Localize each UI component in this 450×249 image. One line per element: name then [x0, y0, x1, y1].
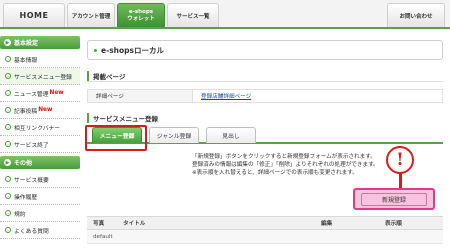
sidebar-item-service-menu[interactable]: › サービスメニュー登録: [0, 68, 80, 85]
sidebar-item-label: サービス概要: [14, 177, 49, 184]
arrow-circle-icon: ›: [5, 227, 11, 233]
detail-page-row: 詳細ページ 登録店舗詳細ページ: [87, 89, 443, 103]
arrow-circle-icon: ›: [5, 124, 11, 130]
add-button-highlight: 新規登録: [353, 188, 435, 210]
detail-page-link[interactable]: 登録店舗詳細ページ: [193, 92, 251, 100]
divider: [87, 81, 443, 82]
table-cell: [315, 229, 379, 244]
new-registration-button[interactable]: 新規登録: [361, 192, 427, 206]
nav-home-tab[interactable]: HOME: [3, 3, 65, 27]
table-header-row: 写真 タイトル 編集 表示順: [87, 216, 443, 230]
sidebar-item-label: 記事投稿: [14, 108, 38, 115]
tab-heading[interactable]: 見出し: [206, 127, 256, 143]
nav-eshops-wallet-tab[interactable]: e-shops ウォレット: [117, 3, 165, 27]
tab-genre-registration[interactable]: ジャンル登録: [149, 127, 199, 143]
sidebar-item-label: 規約: [14, 211, 26, 218]
arrow-right-icon: ▶: [4, 159, 11, 166]
sidebar-item-label: ニュース管理: [14, 91, 49, 98]
sidebar-section-basic: ▶ 基本設定: [0, 36, 80, 49]
column-order: 表示順: [379, 216, 443, 230]
sidebar-item-terms[interactable]: › 規約: [0, 205, 80, 222]
sidebar-item-basic-info[interactable]: › 基本情報: [0, 51, 80, 68]
nav-services-tab[interactable]: サービス一覧: [167, 3, 219, 27]
column-title: タイトル: [117, 216, 315, 230]
arrow-circle-icon: ›: [5, 90, 11, 96]
arrow-circle-icon: ›: [5, 193, 11, 199]
table-row: default: [87, 229, 443, 244]
nav-account-tab[interactable]: アカウント管理: [67, 3, 115, 27]
table-cell: [117, 229, 315, 244]
section-heading-posting: 掲載ページ: [87, 71, 125, 81]
sidebar-item-service-end[interactable]: › サービス終了: [0, 136, 80, 153]
arrow-right-icon: ▶: [4, 39, 11, 46]
arrow-circle-icon: ›: [5, 56, 11, 62]
detail-page-key: 詳細ページ: [88, 90, 193, 102]
arrow-circle-icon: ›: [5, 176, 11, 182]
page-title: e-shopsローカル: [87, 40, 443, 60]
sidebar: ▶ 基本設定 › 基本情報 › サービスメニュー登録 › ニュース管理 New …: [0, 36, 80, 249]
sidebar-item-faq[interactable]: › よくある質問: [0, 222, 80, 239]
nav-eshops-line2: ウォレット: [127, 15, 155, 22]
page-title-text: e-shopsローカル: [101, 45, 164, 55]
nav-contact-tab[interactable]: お問い合わせ: [387, 3, 445, 27]
sidebar-item-label: 操作履歴: [14, 194, 38, 201]
menu-table: 写真 タイトル 編集 表示順 default: [87, 216, 443, 244]
new-badge: New: [49, 90, 64, 96]
exclamation-icon: !: [386, 146, 414, 174]
column-photo: 写真: [87, 216, 117, 230]
section-heading-menu: サービスメニュー登録: [87, 113, 158, 123]
sidebar-item-news[interactable]: › ニュース管理 New: [0, 85, 80, 102]
tab-highlight-frame: [85, 125, 147, 151]
sidebar-item-label: サービスメニュー登録: [14, 74, 72, 81]
bullet-icon: [94, 48, 97, 52]
sidebar-item-link-banner[interactable]: › 相互リンクバナー: [0, 119, 80, 136]
sidebar-item-label: 基本情報: [14, 57, 38, 64]
arrow-circle-icon: ›: [5, 107, 11, 113]
sidebar-item-label: よくある質問: [14, 228, 49, 235]
sidebar-section-label: その他: [14, 160, 33, 167]
table-cell: default: [87, 229, 117, 244]
sidebar-item-history[interactable]: › 操作履歴: [0, 188, 80, 205]
top-navigation: HOME アカウント管理 e-shops ウォレット サービス一覧 お問い合わせ: [0, 0, 450, 29]
sidebar-item-articles[interactable]: › 記事投稿 New: [0, 102, 80, 119]
sidebar-section-label: 基本設定: [14, 40, 39, 47]
sidebar-item-label: サービス終了: [14, 142, 49, 149]
table-cell: [379, 229, 443, 244]
sidebar-item-label: 相互リンクバナー: [14, 125, 61, 132]
nav-eshops-line1: e-shops: [128, 8, 154, 15]
column-edit: 編集: [315, 216, 379, 230]
new-badge: New: [38, 107, 53, 113]
arrow-circle-icon: ›: [5, 141, 11, 147]
sidebar-section-other: ▶ その他: [0, 156, 80, 169]
arrow-circle-icon: ›: [5, 210, 11, 216]
sidebar-item-service-overview[interactable]: › サービス概要: [0, 171, 80, 188]
arrow-circle-icon: ›: [5, 73, 11, 79]
